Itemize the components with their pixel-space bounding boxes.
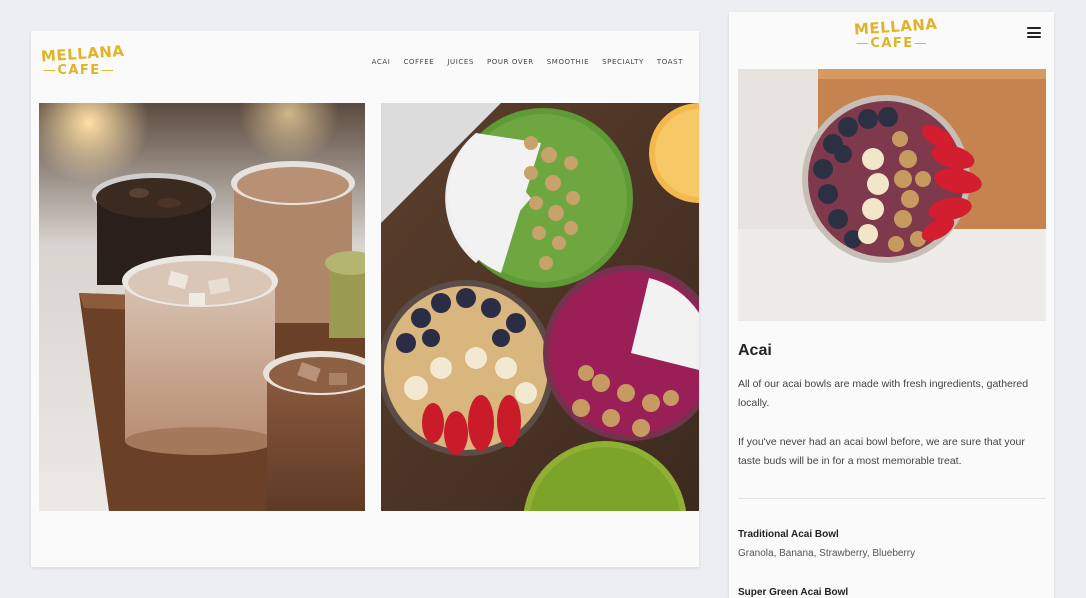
iced-coffee-photo[interactable] [39, 103, 365, 511]
nav-item-coffee[interactable]: COFFEE [403, 58, 434, 66]
nav-item-toast[interactable]: TOAST [657, 58, 683, 66]
intro-paragraph-2: If you've never had an acai bowl before,… [738, 436, 1025, 467]
nav-item-specialty[interactable]: SPECIALTY [602, 58, 644, 66]
desktop-preview: MELLANA CAFE ACAI COFFEE JUICES POUR OVE… [31, 31, 699, 567]
nav-item-acai[interactable]: ACAI [372, 58, 391, 66]
main-nav: ACAI COFFEE JUICES POUR OVER SMOOTHIE SP… [372, 58, 683, 66]
acai-bowl-photo[interactable] [738, 69, 1046, 321]
nav-item-juices[interactable]: JUICES [447, 58, 474, 66]
brand-logo[interactable]: MELLANA CAFE [40, 42, 125, 77]
menu-item-name: Traditional Acai Bowl [738, 529, 839, 540]
nav-item-pour-over[interactable]: POUR OVER [487, 58, 534, 66]
section-title: Acai [738, 342, 772, 359]
hamburger-icon[interactable] [1027, 27, 1041, 38]
nav-item-smoothie[interactable]: SMOOTHIE [547, 58, 589, 66]
divider [738, 498, 1046, 499]
acai-bowls-photo[interactable] [381, 103, 699, 511]
mobile-preview: MELLANA CAFE [729, 12, 1054, 598]
menu-item-desc: Granola, Banana, Strawberry, Blueberry [738, 548, 916, 559]
menu-item-name: Super Green Acai Bowl [738, 587, 849, 598]
intro-paragraph: All of our acai bowls are made with fres… [738, 378, 1029, 409]
brand-logo-mobile[interactable]: MELLANA CAFE [853, 15, 938, 50]
